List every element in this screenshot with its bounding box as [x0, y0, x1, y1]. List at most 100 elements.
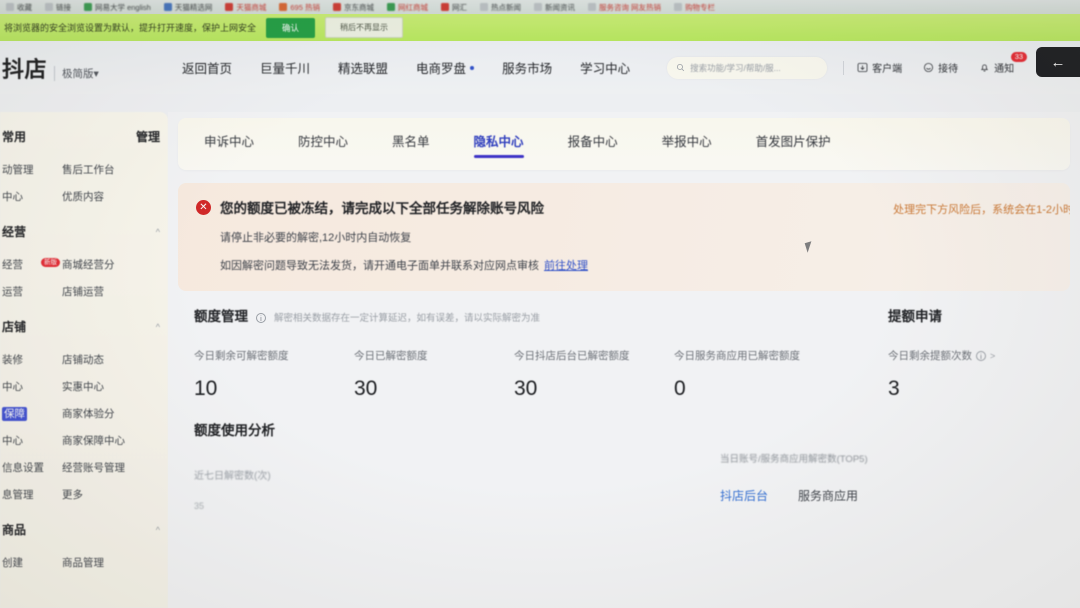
sidebar-group-products[interactable]: 商品 ^ [0, 521, 168, 538]
sidebar-row[interactable]: 运营 店铺运营 [0, 278, 168, 305]
sidebar-item-label[interactable]: 息管理 [0, 487, 62, 502]
nav-item-compass[interactable]: 电商罗盘 [416, 58, 475, 77]
bookmark-item[interactable]: 京东商城 [332, 2, 374, 13]
sidebar-row[interactable]: 中心 商家保障中心 [0, 427, 168, 454]
tab-filing-center[interactable]: 报备中心 [568, 131, 618, 158]
sidebar-item-shop-dynamics[interactable]: 店铺动态 [62, 352, 162, 367]
alert-right-note: 处理完下方风险后，系统会在1-2小时 [893, 204, 1070, 216]
brand-logo[interactable]: 抖店 极简版▾ [0, 52, 176, 84]
notice-text: 将浏览器的安全浏览设置为默认，提升打开速度，保护上网安全 [4, 23, 257, 33]
apply-stats: 今日剩余提额次数 i > 3 [888, 348, 1070, 401]
bookmark-item[interactable]: 购物专栏 [674, 2, 715, 13]
sidebar-item-label[interactable]: 中心 [0, 433, 62, 448]
nav-item-home[interactable]: 返回首页 [182, 58, 232, 77]
stat-label: 今日已解密额度 [354, 350, 428, 362]
tab-isv-app[interactable]: 服务商应用 [798, 487, 858, 504]
sidebar-item-label[interactable]: 中心 [0, 379, 62, 394]
logo-text: 抖店 [2, 56, 48, 82]
tab-image-protection[interactable]: 首发图片保护 [756, 131, 831, 158]
bookmark-item[interactable]: 新闻资讯 [533, 2, 575, 13]
version-switcher[interactable]: 极简版▾ [54, 65, 99, 81]
nav-item-qianchuan[interactable]: 巨量千川 [260, 58, 310, 77]
notice-confirm-button[interactable]: 确认 [266, 17, 316, 38]
reception-button[interactable]: 接待 [923, 60, 958, 75]
tab-douyin-backend[interactable]: 抖店后台 [720, 487, 768, 504]
sidebar-item-label[interactable]: 创建 [0, 555, 62, 570]
sidebar-item-account-management[interactable]: 经营账号管理 [62, 460, 162, 475]
section-title: 额度使用分析 [194, 423, 275, 438]
sidebar-item-label[interactable]: 中心 [0, 189, 62, 204]
sidebar-item-benefit-center[interactable]: 实惠中心 [62, 379, 162, 394]
sidebar-row[interactable]: 保障 商家体验分 [0, 400, 168, 427]
bookmark-item[interactable]: 天猫精选网 [163, 2, 212, 13]
sidebar-row[interactable]: 信息设置 经营账号管理 [0, 454, 168, 481]
tab-report-center[interactable]: 举报中心 [662, 131, 712, 158]
info-icon[interactable]: i [976, 350, 986, 361]
bookmark-item[interactable]: 收藏 [6, 2, 32, 13]
page-icon [45, 3, 53, 11]
sidebar-item-mall-score[interactable]: 商城经营分 [62, 257, 162, 272]
bookmark-item[interactable]: 网红商城 [386, 2, 428, 13]
sidebar-item-more[interactable]: 更多 [62, 487, 162, 502]
nav-item-learning-center[interactable]: 学习中心 [580, 58, 630, 77]
sidebar-item-label[interactable]: 动管理 [0, 162, 62, 177]
notification-button[interactable]: 通知 33 [979, 52, 1028, 75]
bookmark-item[interactable]: 695 热销 [279, 2, 320, 13]
error-circle-icon: ✕ [196, 199, 211, 215]
sidebar-group-operations[interactable]: 经营 ^ [0, 223, 168, 240]
info-icon[interactable]: i [256, 313, 266, 323]
tab-appeal-center[interactable]: 申诉中心 [204, 131, 254, 158]
sidebar-item-merchant-protection-center[interactable]: 商家保障中心 [62, 433, 162, 448]
tab-bar: 申诉中心 防控中心 黑名单 隐私中心 报备中心 举报中心 首发图片保护 [178, 118, 1070, 170]
bookmark-item[interactable]: 热点新闻 [479, 2, 521, 13]
jd-icon [332, 3, 341, 11]
bookmark-item[interactable]: 服务咨询 网友热销 [587, 2, 661, 13]
quota-increase-application: 提额申请 今日剩余提额次数 i > 3 [874, 305, 1070, 401]
stat-label: 今日剩余提额次数 i > [888, 350, 996, 362]
new-badge: 新版 [41, 258, 60, 268]
bookmark-item[interactable]: 网汇 [440, 2, 467, 13]
alert-action-link[interactable]: 前往处理 [544, 260, 588, 272]
nav-item-union[interactable]: 精选联盟 [338, 58, 388, 77]
sidebar-item-label[interactable]: 装修 [0, 352, 62, 367]
bag-icon [440, 3, 449, 11]
sidebar-group-shop[interactable]: 店铺 ^ [0, 318, 168, 335]
bookmark-item[interactable]: 链接 [45, 2, 71, 13]
top5-title: 当日账号/服务商应用解密数(TOP5) [720, 454, 868, 465]
sidebar-item-aftersale-workbench[interactable]: 售后工作台 [62, 162, 162, 177]
nav-item-service-market[interactable]: 服务市场 [502, 58, 552, 77]
page-icon [674, 3, 683, 11]
notice-dismiss-button[interactable]: 稍后不再显示 [325, 17, 404, 38]
tab-privacy-center[interactable]: 隐私中心 [473, 131, 524, 158]
stat-remaining-increase-times[interactable]: 今日剩余提额次数 i > 3 [888, 348, 1048, 401]
sidebar-item-label[interactable]: 信息设置 [0, 460, 62, 475]
sidebar-item-label-selected[interactable]: 保障 [0, 406, 62, 421]
sidebar-row[interactable]: 装修 店铺动态 [0, 346, 168, 373]
sidebar-item-product-management[interactable]: 商品管理 [62, 555, 162, 570]
search-input[interactable]: 搜索功能/学习/帮助/服... [667, 56, 828, 79]
sidebar-group-title-right: 管理 [135, 130, 160, 144]
search-icon [677, 63, 685, 72]
sidebar-row[interactable]: 中心 优质内容 [0, 183, 168, 210]
tab-prevention-center[interactable]: 防控中心 [298, 131, 348, 158]
client-download-button[interactable]: 客户端 [857, 60, 902, 75]
sidebar-row[interactable]: 创建 商品管理 [0, 549, 168, 576]
tab-blacklist[interactable]: 黑名单 [392, 131, 430, 158]
sidebar-item-label[interactable]: 经营 新版 [0, 257, 62, 272]
quota-stats: 今日剩余可解密额度 10 今日已解密额度 30 今日抖店后台已解密额度 30 今… [194, 348, 874, 401]
sidebar-row[interactable]: 息管理 更多 [0, 481, 168, 508]
sidebar-item-quality-content[interactable]: 优质内容 [62, 189, 162, 204]
bookmark-item[interactable]: 网易大学 english [84, 2, 151, 13]
sidebar-item-shop-operations[interactable]: 店铺运营 [62, 284, 162, 299]
sidebar-item-merchant-experience-score[interactable]: 商家体验分 [62, 406, 162, 421]
chevron-right-icon[interactable]: > [990, 351, 995, 361]
sidebar-row[interactable]: 动管理 售后工作台 [0, 156, 168, 183]
sidebar-row[interactable]: 经营 新版 商城经营分 [0, 251, 168, 278]
quota-title-row: 额度管理 i 解密相关数据存在一定计算延迟，如有误差，请以实际解密为准 [194, 305, 874, 325]
sidebar-item-label[interactable]: 运营 [0, 284, 62, 299]
back-button[interactable]: ← [1036, 47, 1080, 77]
bookmark-item[interactable]: 天猫商城 [225, 2, 266, 13]
sidebar-row[interactable]: 中心 实惠中心 [0, 373, 168, 400]
stat-value: 0 [674, 377, 686, 400]
